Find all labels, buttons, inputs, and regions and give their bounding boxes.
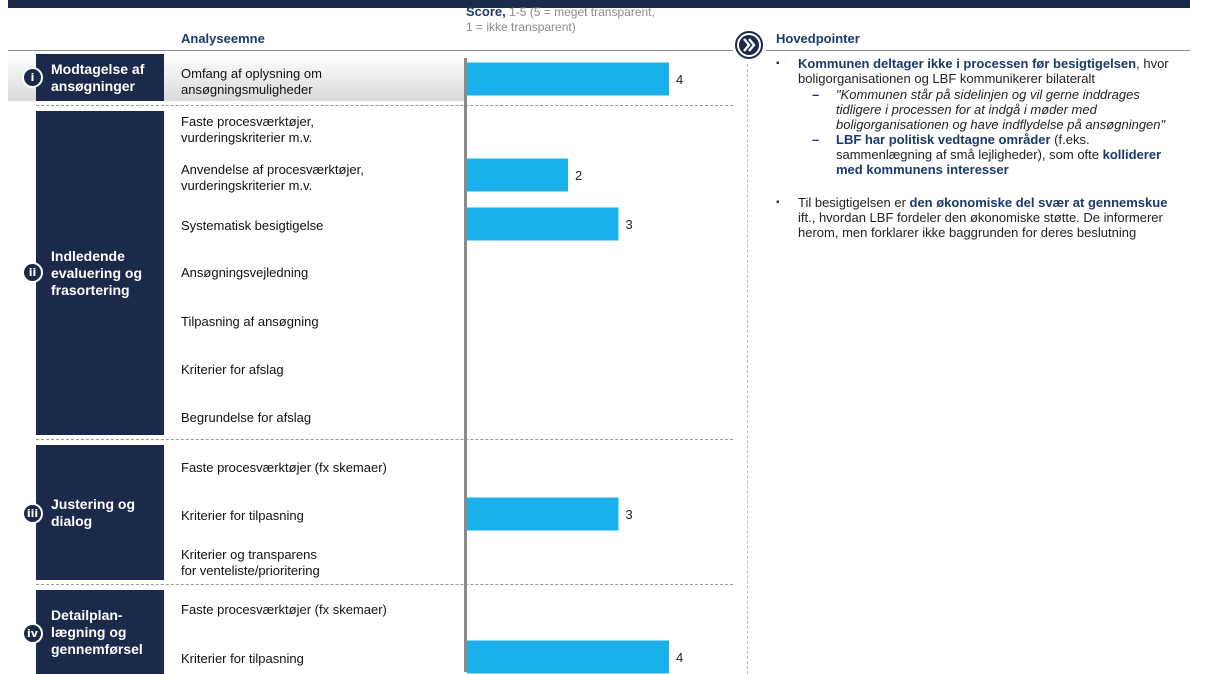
score-value-label: 3 [626, 217, 633, 232]
note-2: ▪ Til besigtigelsen er den økonomiske de… [776, 195, 1188, 240]
score-bar [467, 207, 619, 241]
note-2-pre: Til besigtigelsen er [798, 195, 910, 210]
note-2-text: ift., hvordan LBF fordeler den økonomisk… [798, 210, 1163, 240]
subnote-2: – LBF har politisk vedtagne områder (f.e… [776, 132, 1188, 177]
subnote-2-bold: LBF har politisk vedtagne områder [836, 132, 1051, 147]
dash-icon: – [812, 87, 820, 102]
subnote-1-quote: "Kommunen står på sidelinjen og vil gern… [836, 87, 1166, 132]
note-2-bold: den økonomiske del svær at gennemskue [909, 195, 1168, 210]
score-value-label: 4 [676, 72, 683, 87]
score-value-label: 2 [575, 168, 582, 183]
score-bar [467, 640, 669, 674]
score-bar [467, 158, 568, 192]
score-value-label: 3 [626, 507, 633, 522]
note-1: ▪ Kommunen deltager ikke i processen før… [776, 56, 1188, 86]
dash-icon: – [812, 132, 820, 147]
subnote-1: – "Kommunen står på sidelinjen og vil ge… [776, 87, 1188, 132]
score-bar [467, 62, 669, 96]
bullet-icon: ▪ [776, 197, 780, 208]
bullet-icon: ▪ [776, 58, 780, 69]
note-1-bold: Kommunen deltager ikke i processen før b… [798, 56, 1137, 71]
score-value-label: 4 [676, 650, 683, 665]
score-bar [467, 497, 619, 531]
hovedpointer-notes: ▪ Kommunen deltager ikke i processen før… [776, 56, 1188, 240]
